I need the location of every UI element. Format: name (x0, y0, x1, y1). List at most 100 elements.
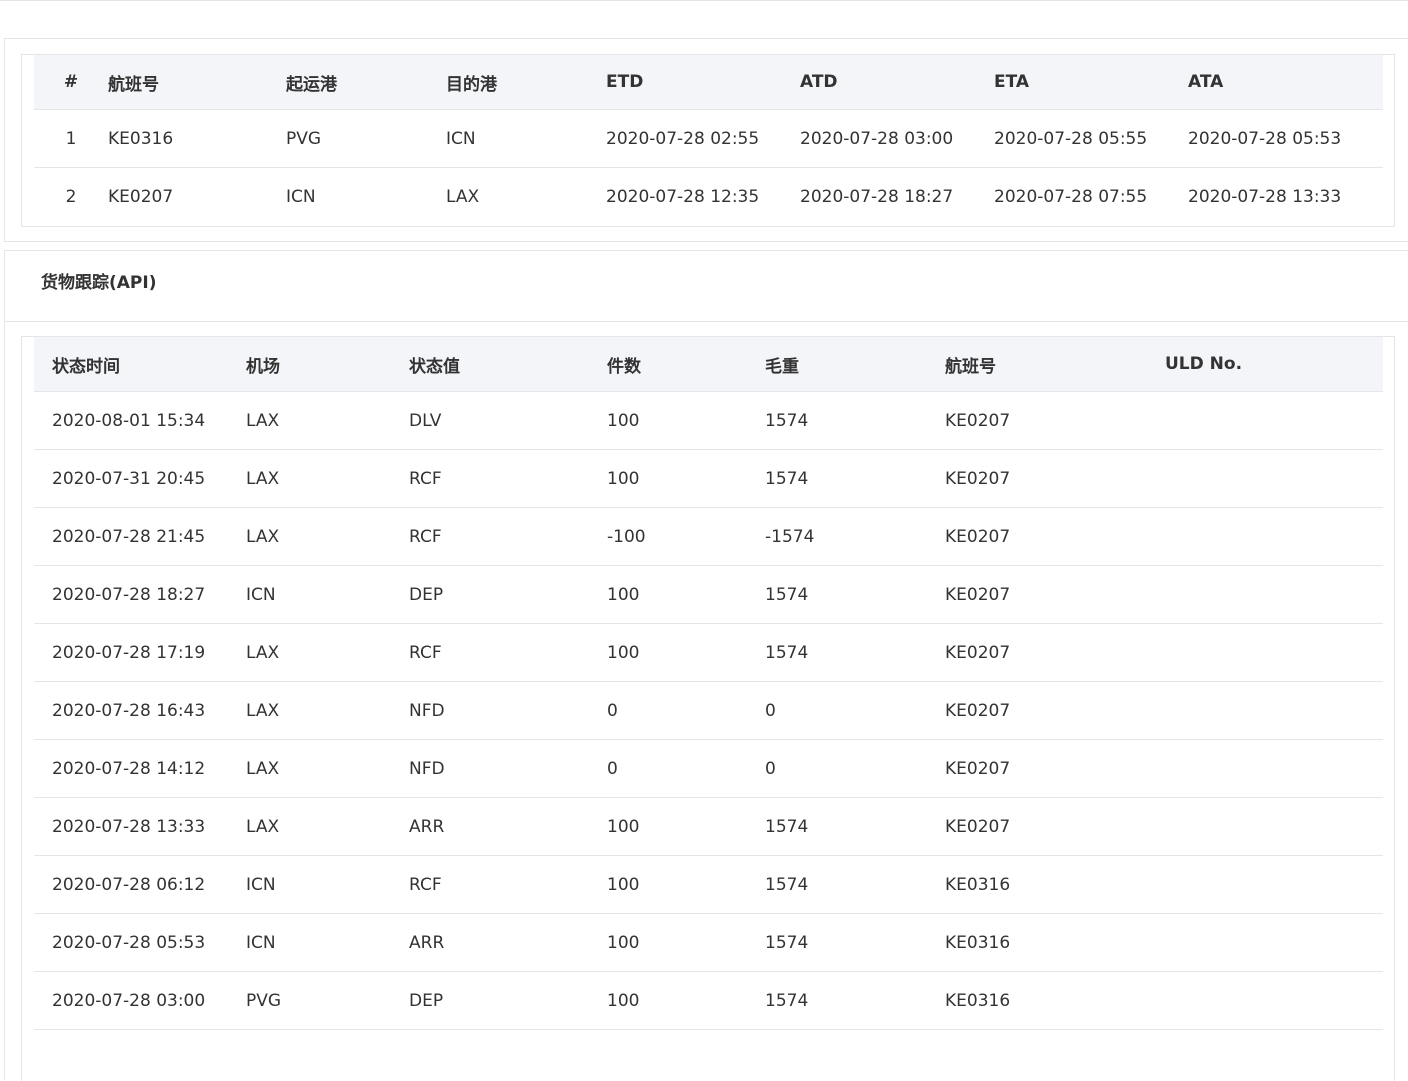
cell-status-time: 2020-07-28 05:53 (34, 913, 246, 972)
col-header-uld-no: ULD No. (1165, 337, 1383, 392)
cell-gross-weight: 1574 (765, 971, 945, 1030)
cell-status-code: ARR (409, 797, 607, 856)
cell-uld-no (1165, 623, 1383, 682)
cell-airport: LAX (246, 391, 409, 450)
col-header-atd: ATD (800, 55, 994, 110)
cell-flight-no: KE0316 (945, 855, 1165, 914)
cell-flight-no: KE0207 (945, 449, 1165, 508)
flights-panel: # 航班号 起运港 目的港 ETD ATD ETA ATA 1 KE0316 P… (4, 38, 1408, 242)
cell-status-time: 2020-07-31 20:45 (34, 449, 246, 508)
cell-gross-weight: 0 (765, 681, 945, 740)
cell-pieces: 100 (607, 391, 765, 450)
cell-uld-no (1165, 681, 1383, 740)
cell-pieces: 100 (607, 855, 765, 914)
cell-pieces: 0 (607, 739, 765, 798)
cell-status-code: ARR (409, 913, 607, 972)
cargo-panel-title: 货物跟踪(API) (41, 273, 157, 293)
table-row: 2020-07-28 14:12 LAX NFD 0 0 KE0207 (34, 739, 1383, 798)
cell-etd: 2020-07-28 12:35 (606, 186, 760, 207)
cell-pieces: 100 (607, 913, 765, 972)
col-header-index: # (34, 55, 108, 110)
cargo-tracking-panel: 货物跟踪(API) 状态时间 机场 状态值 件数 毛重 航班号 ULD No. … (4, 250, 1408, 1081)
cell-status-code: RCF (409, 855, 607, 914)
cargo-panel-header: 货物跟踪(API) (5, 251, 1408, 322)
table-row: 2020-08-01 15:34 LAX DLV 100 1574 KE0207 (34, 391, 1383, 450)
cell-airport: ICN (246, 855, 409, 914)
cell-pieces: -100 (607, 507, 765, 566)
cell-pieces: 100 (607, 449, 765, 508)
col-header-ata: ATA (1188, 55, 1383, 110)
col-header-eta: ETA (994, 55, 1188, 110)
cell-airport: LAX (246, 507, 409, 566)
table-row: 2020-07-28 17:19 LAX RCF 100 1574 KE0207 (34, 623, 1383, 682)
cargo-table-frame: 状态时间 机场 状态值 件数 毛重 航班号 ULD No. 2020-08-01… (21, 336, 1395, 1081)
cell-status-code: DEP (409, 971, 607, 1030)
table-row: 2020-07-28 16:43 LAX NFD 0 0 KE0207 (34, 681, 1383, 740)
cell-gross-weight: 1574 (765, 449, 945, 508)
flights-table: # 航班号 起运港 目的港 ETD ATD ETA ATA 1 KE0316 P… (34, 55, 1383, 225)
cell-uld-no (1165, 391, 1383, 450)
cell-gross-weight: -1574 (765, 507, 945, 566)
cell-status-code: DLV (409, 391, 607, 450)
col-header-status-code: 状态值 (409, 337, 607, 392)
cell-gross-weight: 1574 (765, 391, 945, 450)
cell-pieces: 100 (607, 565, 765, 624)
table-row: 2020-07-28 03:00 PVG DEP 100 1574 KE0316 (34, 971, 1383, 1030)
cell-etd: 2020-07-28 02:55 (606, 109, 800, 168)
table-row: 2020-07-28 06:12 ICN RCF 100 1574 KE0316 (34, 855, 1383, 914)
table-row: 1 KE0316 PVG ICN 2020-07-28 02:55 2020-0… (34, 109, 1383, 168)
col-header-flight-no: 航班号 (108, 55, 286, 110)
col-header-pieces: 件数 (607, 337, 765, 392)
cell-atd: 2020-07-28 18:27 (800, 186, 954, 207)
cell-airport: LAX (246, 739, 409, 798)
cell-flight-no: KE0207 (108, 186, 174, 207)
cell-gross-weight: 1574 (765, 913, 945, 972)
col-header-etd: ETD (606, 55, 800, 110)
col-header-destination: 目的港 (446, 55, 606, 110)
col-header-origin: 起运港 (286, 55, 446, 110)
cell-gross-weight: 1574 (765, 855, 945, 914)
cell-airport: LAX (246, 623, 409, 682)
cell-destination: LAX (446, 186, 480, 207)
cell-eta: 2020-07-28 05:55 (994, 109, 1188, 168)
cell-airport: PVG (246, 971, 409, 1030)
cell-status-code: NFD (409, 681, 607, 740)
cell-status-time: 2020-08-01 15:34 (34, 391, 246, 450)
cell-airport: LAX (246, 681, 409, 740)
cell-status-code: RCF (409, 449, 607, 508)
cell-status-code: RCF (409, 507, 607, 566)
cell-status-time: 2020-07-28 13:33 (34, 797, 246, 856)
cell-flight-no: KE0316 (945, 913, 1165, 972)
cell-index: 1 (34, 109, 108, 168)
col-header-airport: 机场 (246, 337, 409, 392)
cell-uld-no (1165, 449, 1383, 508)
cell-flight-no: KE0207 (945, 623, 1165, 682)
flights-table-frame: # 航班号 起运港 目的港 ETD ATD ETA ATA 1 KE0316 P… (21, 54, 1395, 227)
cell-status-time: 2020-07-28 16:43 (34, 681, 246, 740)
cell-destination: ICN (446, 109, 606, 168)
cell-status-code: RCF (409, 623, 607, 682)
cell-origin: PVG (286, 109, 446, 168)
cell-status-code: DEP (409, 565, 607, 624)
table-row: 2020-07-28 21:45 LAX RCF -100 -1574 KE02… (34, 507, 1383, 566)
table-row: 2020-07-31 20:45 LAX RCF 100 1574 KE0207 (34, 449, 1383, 508)
flights-header-row: # 航班号 起运港 目的港 ETD ATD ETA ATA (34, 55, 1383, 110)
table-row: 2020-07-28 05:53 ICN ARR 100 1574 KE0316 (34, 913, 1383, 972)
table-row: 2020-07-28 18:27 ICN DEP 100 1574 KE0207 (34, 565, 1383, 624)
cell-gross-weight: 1574 (765, 623, 945, 682)
col-header-flight-no: 航班号 (945, 337, 1165, 392)
cell-gross-weight: 0 (765, 739, 945, 798)
cell-pieces: 100 (607, 797, 765, 856)
cell-uld-no (1165, 507, 1383, 566)
cell-status-time: 2020-07-28 17:19 (34, 623, 246, 682)
cell-pieces: 100 (607, 971, 765, 1030)
cargo-header-row: 状态时间 机场 状态值 件数 毛重 航班号 ULD No. (34, 337, 1383, 392)
cell-status-time: 2020-07-28 14:12 (34, 739, 246, 798)
cell-status-code: NFD (409, 739, 607, 798)
cell-uld-no (1165, 797, 1383, 856)
cell-flight-no: KE0316 (945, 971, 1165, 1030)
cell-atd: 2020-07-28 03:00 (800, 109, 994, 168)
cell-airport: LAX (246, 797, 409, 856)
top-divider (0, 0, 1408, 1)
cell-flight-no: KE0207 (945, 391, 1165, 450)
